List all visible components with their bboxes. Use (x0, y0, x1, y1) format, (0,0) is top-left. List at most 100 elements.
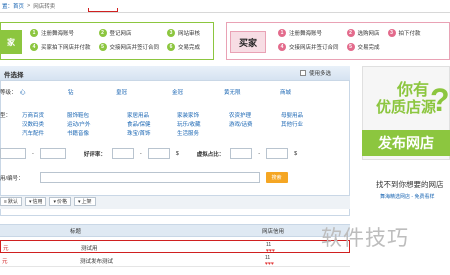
category-option[interactable]: 家装家饰 (177, 111, 229, 119)
buyer-step: 3 拍下付款 (387, 29, 421, 37)
filter-header (0, 66, 350, 81)
step-label: 买家拍下网店并付款 (41, 45, 91, 51)
step-number: 3 (387, 29, 396, 37)
fake-ratio-unit: $ (294, 150, 298, 157)
seller-step: 6 交易完成 (167, 43, 200, 51)
divider (0, 12, 450, 13)
multi-select-checkbox[interactable] (300, 70, 306, 76)
multi-select-label: 使用多选 (309, 71, 332, 77)
category-option[interactable]: 汽车配件 (22, 129, 67, 137)
sort-credit-button[interactable]: ▾ 信用 (24, 197, 47, 206)
category-option[interactable]: 服饰鞋包 (67, 111, 127, 119)
category-option[interactable]: 母婴用品 (281, 111, 321, 119)
sort-arrow-icon: ▾ (28, 198, 32, 205)
level-option[interactable]: 心 (20, 88, 68, 96)
search-button[interactable]: 搜索 (265, 172, 288, 183)
step-label: 登记网店 (109, 31, 132, 37)
sort-price-button[interactable]: ▾ 价格 (49, 197, 71, 206)
category-option[interactable]: 玩乐/收藏 (177, 120, 229, 128)
step-number: 1 (30, 29, 38, 37)
range-filter-row: - 好评率： - $ 虚拟占比： - $ (0, 148, 297, 159)
multi-select-toggle[interactable]: 使用多选 (300, 69, 331, 77)
step-number: 2 (98, 29, 107, 37)
category-row: 汽车配件 书籍音像 珠宝/首饰 生活服务 (0, 128, 321, 137)
row-title[interactable]: 测试用 (81, 244, 98, 252)
category-filter: 型： 万商百货 服饰鞋包 家居用品 家装家饰 农资护理 母婴用品 汉数码类 运动… (0, 110, 321, 137)
level-label: 等级： (0, 90, 17, 96)
category-option[interactable]: 家居用品 (127, 111, 177, 119)
category-option[interactable]: 书籍音像 (67, 129, 127, 137)
table-row[interactable]: 元 测试发布测试 11 ♥♥♥ (0, 254, 350, 267)
category-option[interactable]: 游戏/话费 (229, 120, 281, 128)
step-number: 5 (346, 43, 355, 51)
sort-default-button[interactable]: ≡ 默认 (0, 197, 22, 206)
question-mark-icon: ? (430, 82, 450, 118)
category-option[interactable]: 农资护理 (229, 111, 281, 119)
row-credit: 11 ♥♥♥ (266, 242, 275, 254)
ad-hint: 找不到你想要的网店 (376, 180, 444, 189)
category-option[interactable]: 汉数码类 (22, 120, 67, 128)
range-dash: - (32, 150, 34, 157)
list-icon: ≡ (4, 198, 7, 205)
fake-ratio-min-input[interactable] (230, 148, 253, 159)
row-title[interactable]: 测试发布测试 (80, 257, 113, 265)
category-option[interactable]: 食品/保健 (127, 120, 177, 128)
step-label: 网站审核 (178, 31, 201, 37)
id-search-row: 用/编号： 搜索 (0, 172, 288, 183)
row-price: 元 (3, 246, 9, 252)
category-option[interactable]: 运动/户外 (67, 120, 127, 128)
rating-max-input[interactable] (147, 148, 170, 159)
level-option[interactable]: 金冠 (172, 88, 224, 96)
level-option[interactable]: 皇冠 (116, 88, 172, 96)
step-label: 注册舞海账号 (41, 31, 75, 37)
range-dash: - (139, 150, 142, 157)
category-option[interactable]: 其他行业 (281, 120, 321, 128)
level-option[interactable]: 钻 (68, 88, 116, 96)
seller-step: 1 注册舞海账号 (30, 29, 91, 37)
breadcrumb-home[interactable]: 置：首页 (2, 2, 24, 10)
price-min-input[interactable] (0, 148, 26, 159)
category-option[interactable]: 生活服务 (177, 129, 229, 137)
buyer-steps: 1 注册舞海账号 2 选购网店 3 拍下付款 4 交接网店并签订合同 5 交易完成 (278, 29, 421, 51)
seller-step: 5 交接网店并签订合同 (98, 43, 160, 51)
step-label: 交接网店并签订合同 (289, 45, 339, 51)
filter-title: 件选择 (4, 72, 24, 79)
rating-min-input[interactable] (111, 148, 134, 159)
sort-listing-button[interactable]: ▾ 上架 (74, 197, 96, 206)
highlight-marker (88, 8, 118, 12)
sort-buttons: ≡ 默认 ▾ 信用 ▾ 价格 ▾ 上架 (0, 197, 96, 206)
ad-link[interactable]: 舞海精选网店 - 免费看样 (380, 193, 434, 200)
step-label: 交易完成 (178, 45, 201, 51)
sort-arrow-icon: ▾ (78, 198, 81, 205)
rating-unit: $ (175, 150, 179, 157)
buyer-step: 2 选购网店 (346, 29, 380, 37)
seller-steps: 1 注册舞海账号 2 登记网店 3 网站审核 4 买家拍下网店并付款 5 交接网店并签订合… (30, 29, 200, 51)
buyer-label: 买家 (230, 31, 266, 53)
column-header-credit: 网店信用 (262, 229, 285, 235)
level-filter-row: 等级： 心 钻 皇冠 金冠 黄无限 商城 (0, 88, 320, 96)
level-option[interactable]: 商城 (280, 88, 320, 96)
seller-step: 3 网站审核 (167, 29, 200, 37)
ad-subheadline: 优质店源 (376, 98, 437, 116)
rating-label: 好评率： (83, 151, 106, 158)
step-label: 交接网店并签订合同 (109, 45, 160, 51)
category-option[interactable]: 珠宝/首饰 (127, 129, 177, 137)
category-row: 汉数码类 运动/户外 食品/保健 玩乐/收藏 游戏/话费 其他行业 (0, 119, 321, 128)
fake-ratio-max-input[interactable] (266, 148, 289, 159)
sort-arrow-icon: ▾ (53, 198, 56, 205)
step-number: 4 (278, 43, 286, 51)
breadcrumb-current: 网店转卖 (33, 4, 56, 10)
level-option[interactable]: 黄无限 (224, 88, 280, 96)
category-row: 型： 万商百货 服饰鞋包 家居用品 家装家饰 农资护理 母婴用品 (0, 110, 321, 119)
category-option[interactable]: 万商百货 (22, 111, 67, 119)
buyer-step: 4 交接网店并签订合同 (278, 43, 339, 51)
publish-shop-button[interactable]: 发布网店 (362, 130, 450, 156)
seller-step: 2 登记网店 (98, 29, 160, 37)
watermark: 软件技巧 (321, 226, 409, 250)
id-search-input[interactable] (39, 172, 260, 183)
price-max-input[interactable] (39, 148, 66, 159)
table-header (0, 224, 350, 237)
column-header-title: 标题 (70, 229, 82, 235)
step-number: 6 (167, 43, 176, 51)
table-row[interactable]: 元 测试用 11 ♥♥♥ (0, 240, 350, 254)
